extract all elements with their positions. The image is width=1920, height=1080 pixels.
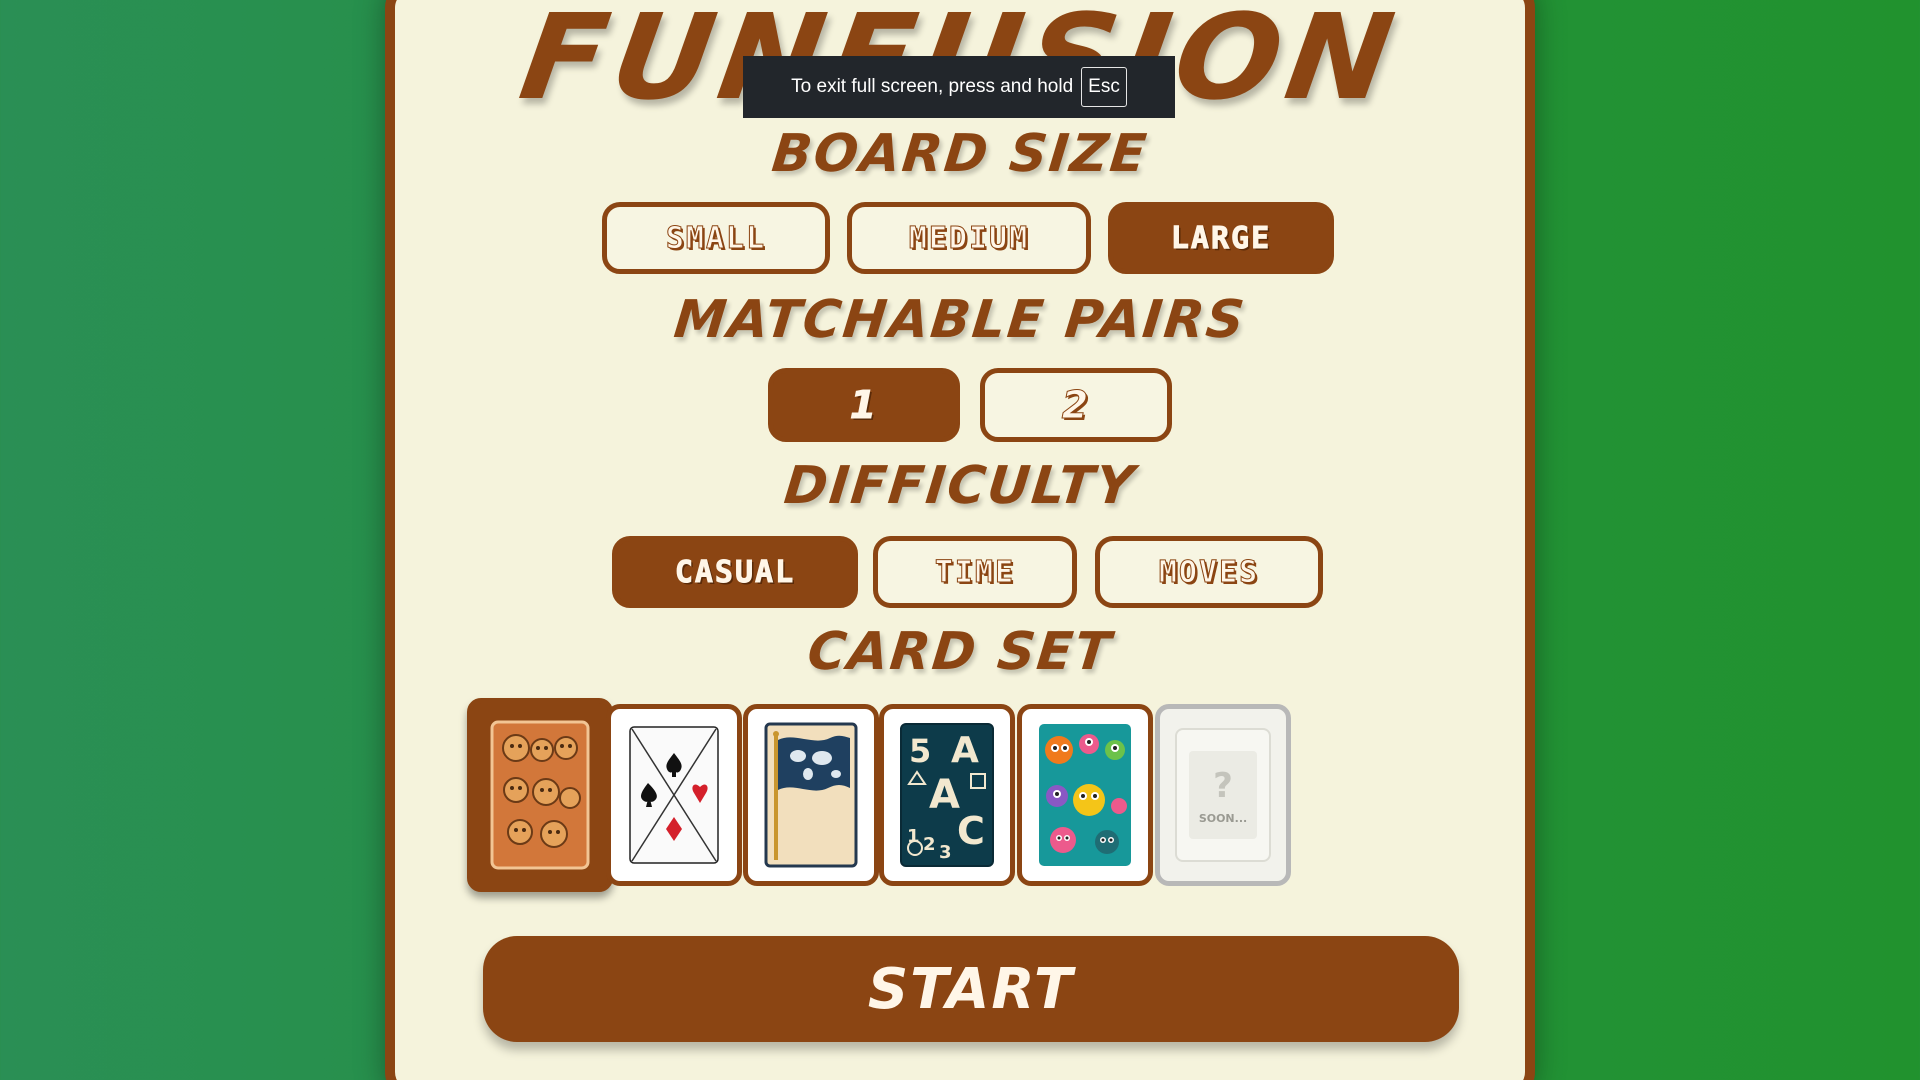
settings-panel: FUNFUSION BOARD SIZE SMALL MEDIUM LARGE … (385, 0, 1535, 1080)
board-size-medium-button[interactable]: MEDIUM (847, 202, 1091, 274)
animal-faces-icon (490, 720, 590, 870)
pairs-2-button[interactable]: 2 (980, 368, 1172, 442)
fullscreen-exit-toast: To exit full screen, press and hold Esc (743, 56, 1175, 118)
svg-text:C: C (957, 809, 985, 853)
coming-soon-card-face: ? SOON... (1175, 728, 1271, 862)
svg-text:2: 2 (923, 834, 936, 855)
svg-text:5: 5 (909, 732, 931, 770)
svg-text:3: 3 (939, 842, 952, 863)
card-set-heading: CARD SET (804, 622, 1116, 682)
difficulty-heading: DIFFICULTY (781, 456, 1139, 516)
card-suits-icon (629, 726, 719, 864)
card-set-letters-numbers[interactable]: 5 A A 1 2 3 C (879, 704, 1015, 886)
card-set-monsters[interactable] (1017, 704, 1153, 886)
svg-text:A: A (929, 772, 960, 818)
esc-key-hint: Esc (1081, 67, 1127, 107)
board-size-heading: BOARD SIZE (769, 124, 1151, 184)
matchable-pairs-heading: MATCHABLE PAIRS (671, 290, 1249, 350)
card-set-world-flag[interactable] (743, 704, 879, 886)
monsters-icon (1039, 724, 1131, 866)
question-mark-icon: ? (1213, 765, 1233, 806)
card-set-playing-cards[interactable] (606, 704, 742, 886)
board-size-large-button[interactable]: LARGE (1108, 202, 1334, 274)
coming-soon-placeholder: ? SOON... (1189, 751, 1257, 839)
difficulty-moves-button[interactable]: MOVES (1095, 536, 1323, 608)
coming-soon-label: SOON... (1198, 811, 1248, 825)
difficulty-time-button[interactable]: TIME (873, 536, 1077, 608)
card-set-coming-soon: ? SOON... (1155, 704, 1291, 886)
svg-text:A: A (951, 730, 979, 771)
pairs-1-button[interactable]: 1 (768, 368, 960, 442)
abc-123-icon: 5 A A 1 2 3 C (900, 723, 994, 867)
world-flag-icon (764, 722, 858, 868)
card-set-animals[interactable] (467, 698, 613, 892)
difficulty-casual-button[interactable]: CASUAL (612, 536, 858, 608)
fullscreen-toast-text: To exit full screen, press and hold (791, 76, 1074, 97)
board-size-small-button[interactable]: SMALL (602, 202, 830, 274)
start-button[interactable]: START (483, 936, 1459, 1042)
